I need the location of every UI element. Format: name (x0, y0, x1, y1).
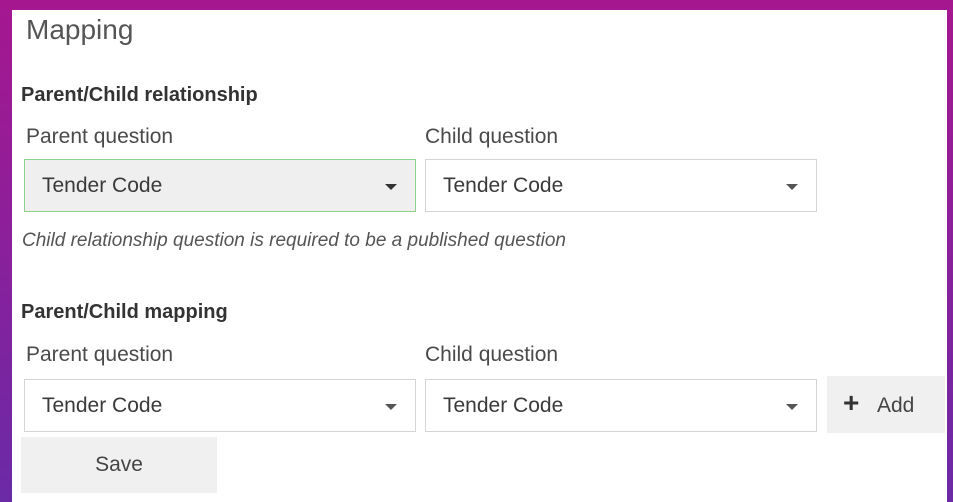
mapping-child-select[interactable]: Tender Code (425, 379, 817, 432)
mapping-panel: Mapping Parent/Child relationship Parent… (12, 10, 947, 502)
add-button-label: Add (877, 394, 915, 417)
relationship-parent-value: Tender Code (42, 174, 163, 197)
relationship-child-select[interactable]: Tender Code (425, 159, 817, 212)
page-title: Mapping (26, 14, 134, 45)
mapping-child-label: Child question (425, 343, 559, 366)
relationship-heading: Parent/Child relationship (21, 84, 258, 106)
mapping-child-value: Tender Code (443, 394, 564, 417)
chevron-down-icon (385, 184, 397, 190)
chevron-down-icon (786, 184, 798, 190)
relationship-child-value: Tender Code (443, 174, 564, 197)
plus-icon: + (843, 387, 860, 418)
mapping-parent-select[interactable]: Tender Code (24, 379, 416, 432)
mapping-parent-label: Parent question (26, 343, 174, 366)
chevron-down-icon (385, 404, 397, 410)
relationship-hint: Child relationship question is required … (22, 230, 566, 251)
mapping-heading: Parent/Child mapping (21, 301, 228, 323)
chevron-down-icon (786, 404, 798, 410)
save-button[interactable]: Save (21, 437, 217, 493)
relationship-child-label: Child question (425, 125, 559, 148)
mapping-parent-value: Tender Code (42, 394, 163, 417)
relationship-parent-select[interactable]: Tender Code (24, 159, 416, 212)
add-mapping-button[interactable]: + Add (827, 376, 945, 433)
relationship-parent-label: Parent question (26, 125, 174, 148)
